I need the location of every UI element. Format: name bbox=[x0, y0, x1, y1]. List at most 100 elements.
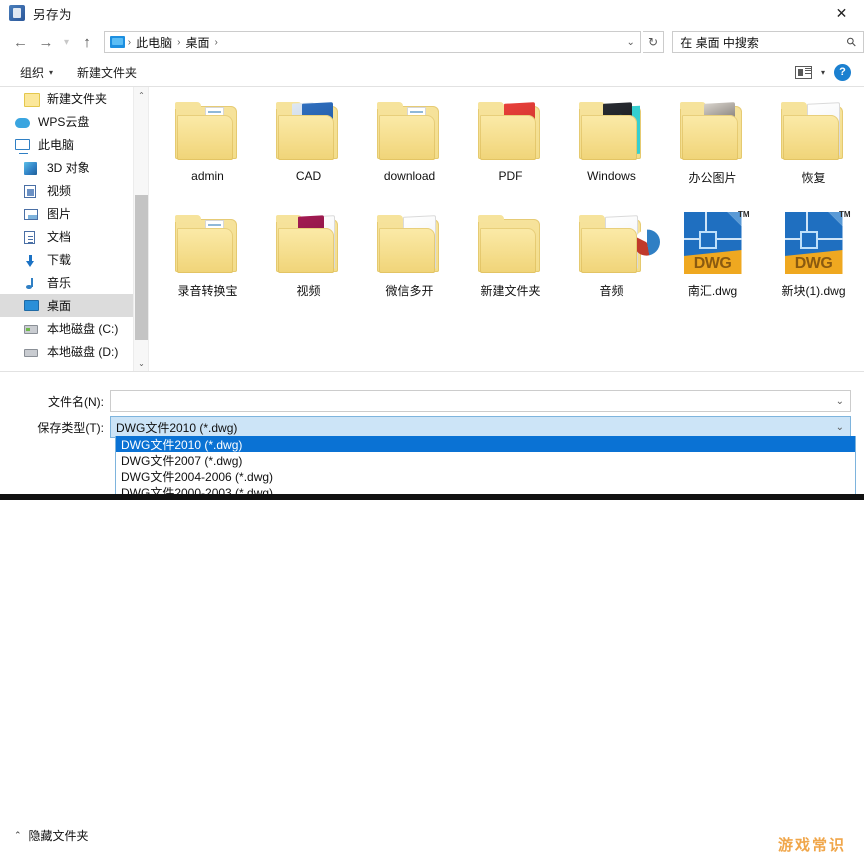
scroll-up-icon[interactable]: ⌃ bbox=[134, 87, 149, 103]
scroll-down-icon[interactable]: ⌄ bbox=[134, 355, 149, 371]
address-dropdown-icon[interactable]: ⌄ bbox=[622, 37, 640, 48]
hide-folders-label: 隐藏文件夹 bbox=[29, 827, 89, 844]
filetype-option-2[interactable]: DWG文件2004-2006 (*.dwg) bbox=[116, 468, 855, 484]
breadcrumb-item-this-pc[interactable]: 此电脑 bbox=[132, 34, 176, 51]
breadcrumb-item-desktop[interactable]: 桌面 bbox=[181, 34, 213, 51]
folder-icon bbox=[276, 103, 342, 160]
sidebar-scrollbar[interactable]: ⌃ ⌄ bbox=[133, 87, 149, 371]
folder-front bbox=[682, 115, 738, 160]
folder-icon: r bbox=[781, 103, 847, 160]
up-button[interactable]: ↑ bbox=[74, 29, 99, 55]
file-thumbnail bbox=[676, 95, 750, 167]
this-pc-icon bbox=[15, 137, 32, 153]
filename-input[interactable]: ⌄ bbox=[110, 390, 851, 412]
file-item[interactable]: download bbox=[359, 92, 460, 205]
filetype-dropdown-list[interactable]: DWG文件2010 (*.dwg)DWG文件2007 (*.dwg)DWG文件2… bbox=[115, 436, 856, 500]
search-input[interactable]: 在 桌面 中搜索 ⚲ bbox=[672, 31, 864, 53]
file-name-label: admin bbox=[191, 169, 224, 183]
file-name-label: 视频 bbox=[296, 282, 320, 299]
desktop-icon-glyph bbox=[24, 300, 39, 311]
address-bar[interactable]: › 此电脑 › 桌面 › ⌄ bbox=[104, 31, 641, 53]
this-pc-icon bbox=[110, 36, 125, 48]
search-icon: ⚲ bbox=[844, 34, 860, 50]
sidebar-item-label: 3D 对象 bbox=[47, 159, 90, 176]
close-icon[interactable]: ✕ bbox=[819, 0, 864, 26]
file-name-label: 音频 bbox=[599, 282, 623, 299]
back-button[interactable]: ← bbox=[8, 29, 33, 55]
file-thumbnail: FS bbox=[272, 208, 346, 280]
cloud-icon-glyph bbox=[15, 118, 30, 128]
folder-front bbox=[278, 115, 334, 160]
sidebar-item-3[interactable]: 3D 对象 bbox=[0, 156, 148, 179]
file-thumbnail bbox=[171, 95, 245, 167]
videos-icon bbox=[24, 183, 41, 199]
filetype-combobox[interactable]: DWG文件2010 (*.dwg) ⌄ bbox=[110, 416, 851, 438]
folder-front bbox=[278, 228, 334, 273]
forward-button[interactable]: → bbox=[33, 29, 58, 55]
file-thumbnail bbox=[575, 208, 649, 280]
sidebar-item-10[interactable]: 本地磁盘 (C:) bbox=[0, 317, 148, 340]
file-item[interactable]: FS 视频 bbox=[258, 205, 359, 318]
sidebar-item-9[interactable]: 桌面 bbox=[0, 294, 148, 317]
dialog-body: 新建文件夹WPS云盘此电脑3D 对象视频图片文档下载音乐桌面本地磁盘 (C:)本… bbox=[0, 87, 864, 371]
sidebar-item-5[interactable]: 图片 bbox=[0, 202, 148, 225]
downloads-icon-glyph bbox=[24, 254, 37, 267]
sidebar-item-label: 桌面 bbox=[47, 297, 71, 314]
new-folder-button[interactable]: 新建文件夹 bbox=[71, 64, 143, 81]
window-title: 另存为 bbox=[33, 4, 72, 23]
trademark-label: TM bbox=[738, 210, 750, 219]
view-layout-icon[interactable] bbox=[795, 66, 812, 79]
3d-objects-icon-glyph bbox=[24, 162, 37, 175]
file-item[interactable]: admin bbox=[157, 92, 258, 205]
recent-locations-button[interactable]: ▾ bbox=[59, 29, 75, 55]
sidebar-item-label: 视频 bbox=[47, 182, 71, 199]
dwg-file-icon: DWGTM bbox=[684, 212, 742, 274]
sidebar-item-11[interactable]: 本地磁盘 (D:) bbox=[0, 340, 148, 363]
chevron-down-icon[interactable]: ▾ bbox=[821, 68, 825, 77]
file-item[interactable]: CAD bbox=[258, 92, 359, 205]
hide-folders-button[interactable]: ⌃ 隐藏文件夹 bbox=[14, 827, 89, 844]
filetype-value: DWG文件2010 (*.dwg) bbox=[116, 419, 237, 436]
file-thumbnail: DWGTM bbox=[777, 208, 851, 280]
breadcrumb-separator: › bbox=[213, 37, 218, 48]
sidebar-item-6[interactable]: 文档 bbox=[0, 225, 148, 248]
folder-front bbox=[177, 115, 233, 160]
chevron-down-icon[interactable]: ⌄ bbox=[836, 422, 850, 433]
file-item[interactable]: W微信多开 bbox=[359, 205, 460, 318]
file-item[interactable]: Windows bbox=[561, 92, 662, 205]
scrollbar-thumb[interactable] bbox=[135, 195, 148, 340]
navigation-bar: ← → ▾ ↑ › 此电脑 › 桌面 › ⌄ ↻ 在 桌面 中搜索 ⚲ bbox=[0, 26, 864, 58]
sidebar-item-7[interactable]: 下载 bbox=[0, 248, 148, 271]
file-list-pane[interactable]: admin CAD download APDFPDFWindows办公图片r恢复录音转… bbox=[149, 87, 864, 371]
file-item[interactable]: DWGTM新块(1).dwg bbox=[763, 205, 864, 318]
command-toolbar: 组织 ▾ 新建文件夹 ▾ ? bbox=[0, 58, 864, 86]
file-name-label: download bbox=[384, 169, 435, 183]
sidebar-item-4[interactable]: 视频 bbox=[0, 179, 148, 202]
file-item[interactable]: 新建文件夹 bbox=[460, 205, 561, 318]
sidebar-item-2[interactable]: 此电脑 bbox=[0, 133, 148, 156]
search-placeholder: 在 桌面 中搜索 bbox=[673, 34, 759, 51]
disk-icon-glyph bbox=[24, 349, 38, 357]
folder-front bbox=[581, 228, 637, 273]
sidebar-item-0[interactable]: 新建文件夹 bbox=[0, 87, 148, 110]
file-item[interactable]: 录音转换宝 bbox=[157, 205, 258, 318]
sidebar-item-8[interactable]: 音乐 bbox=[0, 271, 148, 294]
file-item[interactable]: 办公图片 bbox=[662, 92, 763, 205]
file-item[interactable]: DWGTM 南汇.dwg bbox=[662, 205, 763, 318]
filetype-option-0[interactable]: DWG文件2010 (*.dwg) bbox=[116, 436, 855, 452]
sidebar-item-label: 本地磁盘 (C:) bbox=[47, 320, 118, 337]
organize-button[interactable]: 组织 ▾ bbox=[14, 64, 59, 81]
sidebar-item-1[interactable]: WPS云盘 bbox=[0, 110, 148, 133]
this-pc-icon-glyph bbox=[15, 139, 30, 150]
videos-icon-glyph bbox=[24, 185, 36, 198]
file-item[interactable]: r恢复 bbox=[763, 92, 864, 205]
help-icon[interactable]: ? bbox=[834, 64, 851, 81]
filetype-option-1[interactable]: DWG文件2007 (*.dwg) bbox=[116, 452, 855, 468]
file-name-label: 南汇.dwg bbox=[688, 282, 737, 299]
file-thumbnail bbox=[575, 95, 649, 167]
chevron-down-icon[interactable]: ⌄ bbox=[836, 396, 850, 407]
folder-icon: APDF bbox=[478, 103, 544, 160]
refresh-icon[interactable]: ↻ bbox=[643, 31, 665, 53]
file-item[interactable]: 音频 bbox=[561, 205, 662, 318]
file-item[interactable]: APDFPDF bbox=[460, 92, 561, 205]
